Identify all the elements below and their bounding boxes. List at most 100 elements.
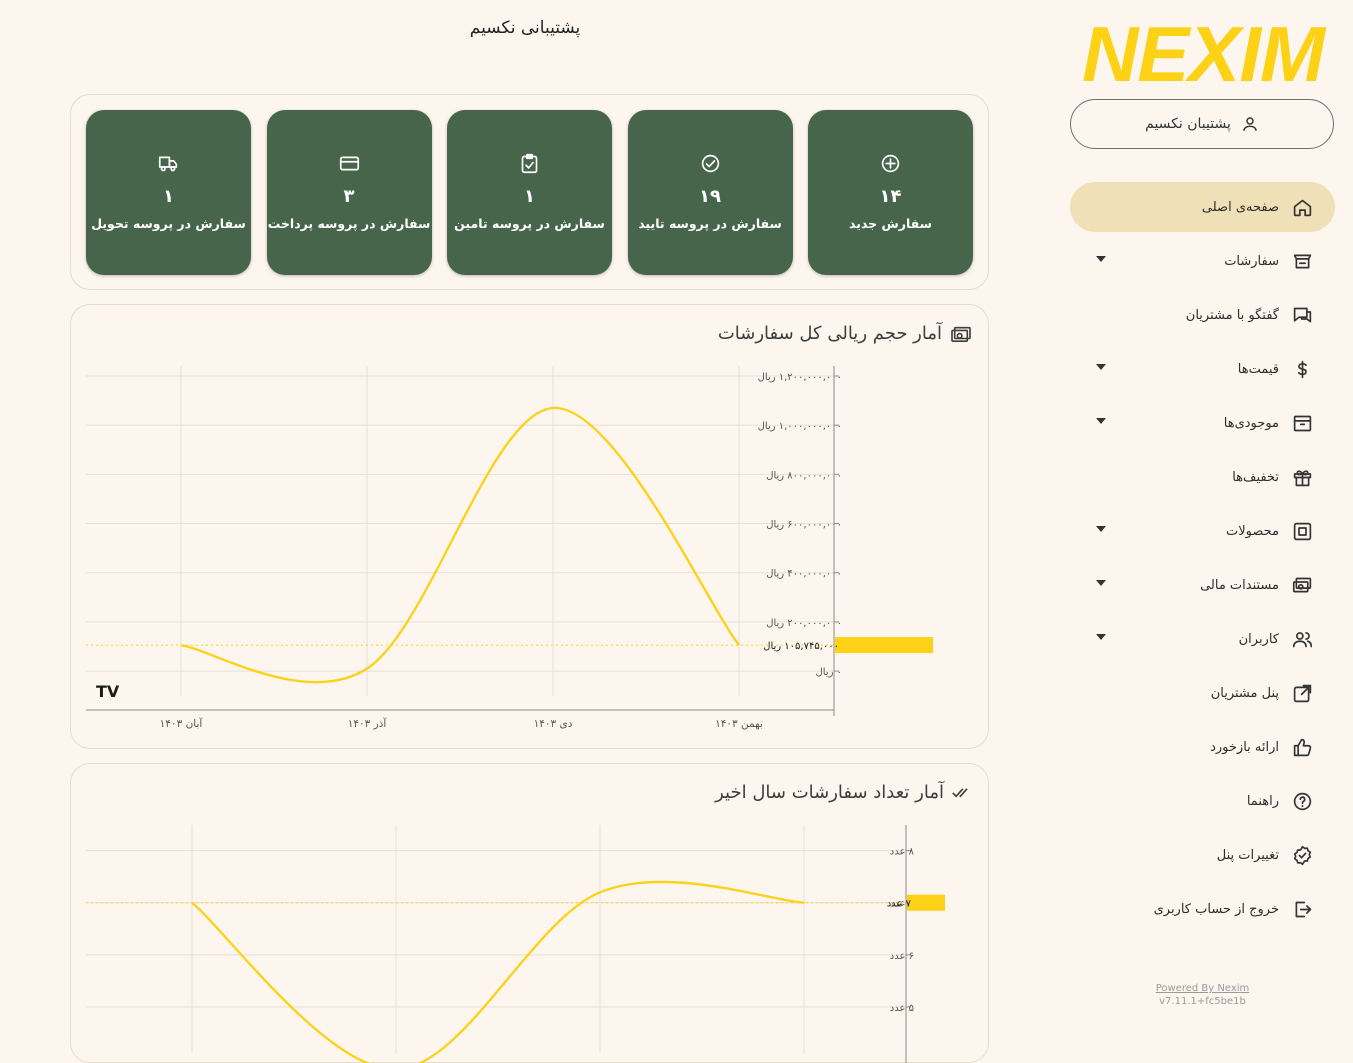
series-line xyxy=(190,880,804,1063)
sidebar-item-label: کاربران xyxy=(1238,631,1279,647)
sidebar-item-badge-check[interactable]: تغییرات پنل xyxy=(1070,830,1335,880)
status-card[interactable]: ۱۴ سفارش جدید xyxy=(808,110,973,275)
thumbs-up-icon xyxy=(1291,736,1313,758)
y-tick-label: ۵ عدد xyxy=(889,1002,913,1013)
status-card-label: سفارش در پروسه تحویل xyxy=(91,216,246,231)
nexim-logo[interactable]: NEXIM xyxy=(1082,14,1325,94)
version-text: v7.11.1+fc5be1b xyxy=(1159,996,1246,1007)
status-card[interactable]: ۱۹ سفارش در پروسه تایید xyxy=(627,110,793,275)
y-tick-label: ۰ ریال xyxy=(815,667,841,678)
plus-circle-icon xyxy=(808,153,973,174)
sidebar-item-label: صفحه‌ی اصلی xyxy=(1201,199,1279,215)
sidebar-item-label: مستندات مالی xyxy=(1200,577,1279,593)
chevron-down-icon[interactable] xyxy=(1096,364,1106,370)
sidebar-nav: صفحه‌ی اصلی سفارشات گفتگو با مشتریان قیمت‌ه… xyxy=(1070,182,1335,938)
status-card-label: سفارش در پروسه تایید xyxy=(638,216,782,231)
powered-by: Powered By Nexim v7.11.1+fc5be1b xyxy=(1120,982,1285,1008)
chevron-down-icon[interactable] xyxy=(1096,634,1106,640)
status-card-label: سفارش در پروسه پرداخت xyxy=(267,216,431,231)
last-value-label: ۱۰۵,۷۴۵,۰۰۰ ریال xyxy=(763,641,839,652)
chat-icon xyxy=(1291,304,1313,326)
sidebar-item-money[interactable]: مستندات مالی xyxy=(1070,560,1335,610)
revenue-line-chart[interactable]: ۰ ریال ۲۰۰,۰۰۰,۰۰۰ ریال ۴۰۰,۰۰۰,۰۰۰ ریال ۶۰… xyxy=(70,304,989,749)
logout-icon xyxy=(1291,898,1313,920)
y-tick-label: ۸۰۰,۰۰۰,۰۰۰ ریال xyxy=(766,470,842,481)
product-icon xyxy=(1291,520,1313,542)
badge-check-icon xyxy=(1291,844,1313,866)
powered-by-link[interactable]: Powered By Nexim xyxy=(1120,982,1285,995)
sidebar-item-label: راهنما xyxy=(1246,793,1279,809)
sidebar-item-label: موجودی‌ها xyxy=(1223,415,1279,431)
truck-icon xyxy=(86,153,251,174)
sidebar-item-label: پنل مشتریان xyxy=(1210,685,1279,701)
external-link-icon xyxy=(1291,682,1313,704)
cart-icon xyxy=(1291,250,1313,272)
user-icon xyxy=(1241,115,1259,133)
gift-icon xyxy=(1291,466,1313,488)
help-icon xyxy=(1291,790,1313,812)
y-tick-label: ۶ عدد xyxy=(889,950,913,961)
last-value-label: ۷ عدد xyxy=(886,898,911,909)
status-card-value: ۱ xyxy=(163,186,174,207)
check-circle-icon xyxy=(628,153,793,174)
status-card-label: سفارش در پروسه تامین xyxy=(454,216,605,231)
chevron-down-icon[interactable] xyxy=(1096,418,1106,424)
last-value-badge xyxy=(834,636,933,653)
x-tick-label: بهمن ۱۴۰۳ xyxy=(715,718,763,730)
status-cards-panel: ۱۴ سفارش جدید ۱۹ سفارش در پروسه تایید ۱ سفارش… xyxy=(70,94,989,290)
y-tick-label: ۱,۰۰۰,۰۰۰,۰۰۰ ریال xyxy=(757,421,841,432)
sidebar-item-label: خروج از حساب کاربری xyxy=(1153,901,1279,917)
status-card-value: ۱۴ xyxy=(879,186,902,207)
archive-icon xyxy=(1291,412,1313,434)
sidebar-item-label: سفارشات xyxy=(1224,253,1279,269)
sidebar-item-label: تغییرات پنل xyxy=(1216,847,1279,863)
sidebar-item-external-link[interactable]: پنل مشتریان xyxy=(1070,668,1335,718)
status-card-value: ۱۹ xyxy=(699,186,721,207)
chart-watermark: TV xyxy=(96,682,120,701)
x-tick-label: آبان ۱۴۰۳ xyxy=(159,717,203,730)
y-tick-label: ۲۰۰,۰۰۰,۰۰۰ ریال xyxy=(766,617,842,628)
users-icon xyxy=(1291,628,1313,650)
status-card[interactable]: ۳ سفارش در پروسه پرداخت xyxy=(266,110,432,275)
chevron-down-icon[interactable] xyxy=(1096,526,1106,532)
chevron-down-icon[interactable] xyxy=(1096,580,1106,586)
sidebar-item-dollar[interactable]: قیمت‌ها xyxy=(1070,344,1335,394)
sidebar-item-cart[interactable]: سفارشات xyxy=(1070,236,1335,286)
sidebar-item-label: گفتگو با مشتریان xyxy=(1185,307,1279,323)
status-card[interactable]: ۱ سفارش در پروسه تامین xyxy=(447,110,612,275)
clipboard-check-icon xyxy=(447,153,612,174)
y-tick-label: ۴۰۰,۰۰۰,۰۰۰ ریال xyxy=(766,568,842,579)
sidebar-item-label: قیمت‌ها xyxy=(1237,361,1279,377)
x-tick-label: دی ۱۴۰۳ xyxy=(533,718,572,730)
sidebar-item-logout[interactable]: خروج از حساب کاربری xyxy=(1070,884,1335,934)
sidebar-item-users[interactable]: کاربران xyxy=(1070,614,1335,664)
status-card[interactable]: ۱ سفارش در پروسه تحویل xyxy=(86,110,251,275)
orders-count-chart-panel: آمار تعداد سفارشات سال اخیر ۵ عدد۶ عدد۷ … xyxy=(70,763,989,1063)
user-name: پشتیبان نکسیم xyxy=(1145,116,1231,132)
money-icon xyxy=(1291,574,1313,596)
credit-card-icon xyxy=(267,153,432,174)
chevron-down-icon[interactable] xyxy=(1096,256,1106,262)
sidebar-item-archive[interactable]: موجودی‌ها xyxy=(1070,398,1335,448)
sidebar-item-label: محصولات xyxy=(1226,523,1279,539)
orders-line-chart[interactable]: ۵ عدد۶ عدد۷ عدد۸ عدد۷ عدد xyxy=(70,763,989,1063)
sidebar-item-label: ارائه بازخورد xyxy=(1210,739,1279,755)
y-tick-label: ۸ عدد xyxy=(889,846,914,857)
dollar-icon xyxy=(1291,358,1313,380)
y-tick-label: ۱,۲۰۰,۰۰۰,۰۰۰ ریال xyxy=(757,372,841,383)
status-card-label: سفارش جدید xyxy=(849,216,932,231)
home-icon xyxy=(1291,196,1313,218)
sidebar-item-product[interactable]: محصولات xyxy=(1070,506,1335,556)
status-card-value: ۱ xyxy=(524,186,535,207)
x-tick-label: آذر ۱۴۰۳ xyxy=(347,717,387,730)
sidebar-item-gift[interactable]: تخفیف‌ها xyxy=(1070,452,1335,502)
sidebar-item-help[interactable]: راهنما xyxy=(1070,776,1335,826)
sidebar-item-home[interactable]: صفحه‌ی اصلی xyxy=(1070,182,1335,232)
user-profile-button[interactable]: پشتیبان نکسیم xyxy=(1070,99,1334,149)
series-line xyxy=(180,406,740,683)
sidebar-item-thumbs-up[interactable]: ارائه بازخورد xyxy=(1070,722,1335,772)
status-card-value: ۳ xyxy=(343,186,355,207)
sidebar-item-label: تخفیف‌ها xyxy=(1232,469,1279,485)
sidebar-item-chat[interactable]: گفتگو با مشتریان xyxy=(1070,290,1335,340)
revenue-chart-panel: آمار حجم ریالی کل سفارشات ۰ ریال ۲۰۰,۰۰۰,… xyxy=(70,304,989,749)
